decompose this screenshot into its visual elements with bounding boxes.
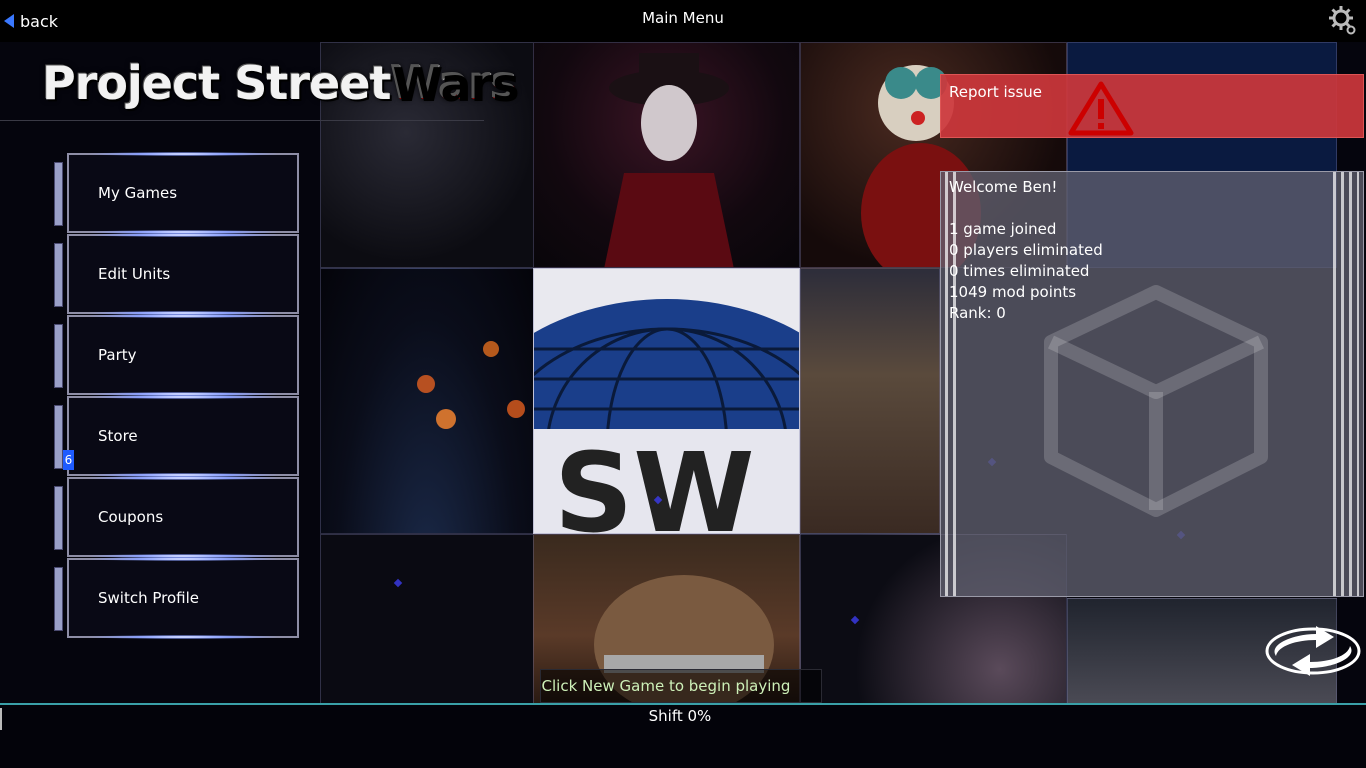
- game-logo: Project StreetWars: [42, 56, 518, 110]
- menu-item-label: Party: [98, 346, 137, 364]
- shift-status-text: Shift 0%: [648, 707, 712, 725]
- cube-watermark-icon: [1044, 285, 1268, 517]
- menu-item-label: Store: [98, 427, 138, 445]
- menu-coupons-button[interactable]: Coupons: [67, 476, 299, 558]
- welcome-panel: Welcome Ben! 1 game joined 0 players eli…: [940, 171, 1364, 597]
- refresh-icon[interactable]: [1264, 622, 1362, 680]
- menu-edit-units-button[interactable]: Edit Units: [67, 233, 299, 315]
- bg-tile-hat-villain: [533, 42, 800, 268]
- welcome-greeting: Welcome Ben!: [949, 178, 1058, 196]
- menu-my-games-button[interactable]: My Games: [67, 152, 299, 234]
- side-tab: [54, 162, 63, 226]
- stat-times-eliminated: 0 times eliminated: [949, 262, 1090, 280]
- stat-players-eliminated: 0 players eliminated: [949, 241, 1103, 259]
- menu-item-label: Coupons: [98, 508, 164, 526]
- bg-tile-sw-logo: SW: [533, 268, 800, 534]
- warning-icon: [1068, 81, 1134, 136]
- gear-icon[interactable]: [1328, 4, 1358, 36]
- svg-text:SW: SW: [554, 429, 755, 534]
- side-tab: [54, 324, 63, 388]
- side-tab: [54, 567, 63, 631]
- villain-silhouette: [604, 53, 734, 267]
- menu-item-label: Switch Profile: [98, 589, 200, 607]
- menu-item-label: My Games: [98, 184, 178, 202]
- report-issue-button[interactable]: Report issue: [940, 74, 1364, 138]
- menu-party-button[interactable]: Party: [67, 314, 299, 396]
- side-tab: [54, 486, 63, 550]
- panel-stripes-right: [1333, 172, 1359, 596]
- logo-text-project-street: Project Street: [42, 56, 391, 110]
- hint-text: Click New Game to begin playing: [541, 677, 791, 695]
- menu-store-button[interactable]: Store: [67, 395, 299, 477]
- menu-item-label: Edit Units: [98, 265, 171, 283]
- stat-games-joined: 1 game joined: [949, 220, 1057, 238]
- stat-mod-points: 1049 mod points: [949, 283, 1077, 301]
- side-tab: [54, 243, 63, 307]
- sw-globe-logo: SW: [534, 299, 799, 534]
- logo-text-wars: Wars: [390, 56, 517, 110]
- glow-decoration: [89, 635, 277, 639]
- bg-tile-desert-city: [800, 268, 940, 534]
- page-title: Main Menu: [642, 9, 724, 27]
- top-bar: back Main Menu: [0, 0, 1366, 42]
- bg-tile-planet: [320, 268, 534, 534]
- meteor-glow: [417, 341, 525, 429]
- report-issue-label: Report issue: [949, 83, 1043, 101]
- menu-switch-profile-button[interactable]: Switch Profile: [67, 557, 299, 639]
- stat-rank: Rank: 0: [949, 304, 1006, 322]
- side-tab: [54, 405, 63, 469]
- logo-underline: [0, 120, 484, 121]
- store-count-badge: 6: [63, 450, 74, 470]
- bg-tile-dark-bottom-left: [320, 534, 534, 704]
